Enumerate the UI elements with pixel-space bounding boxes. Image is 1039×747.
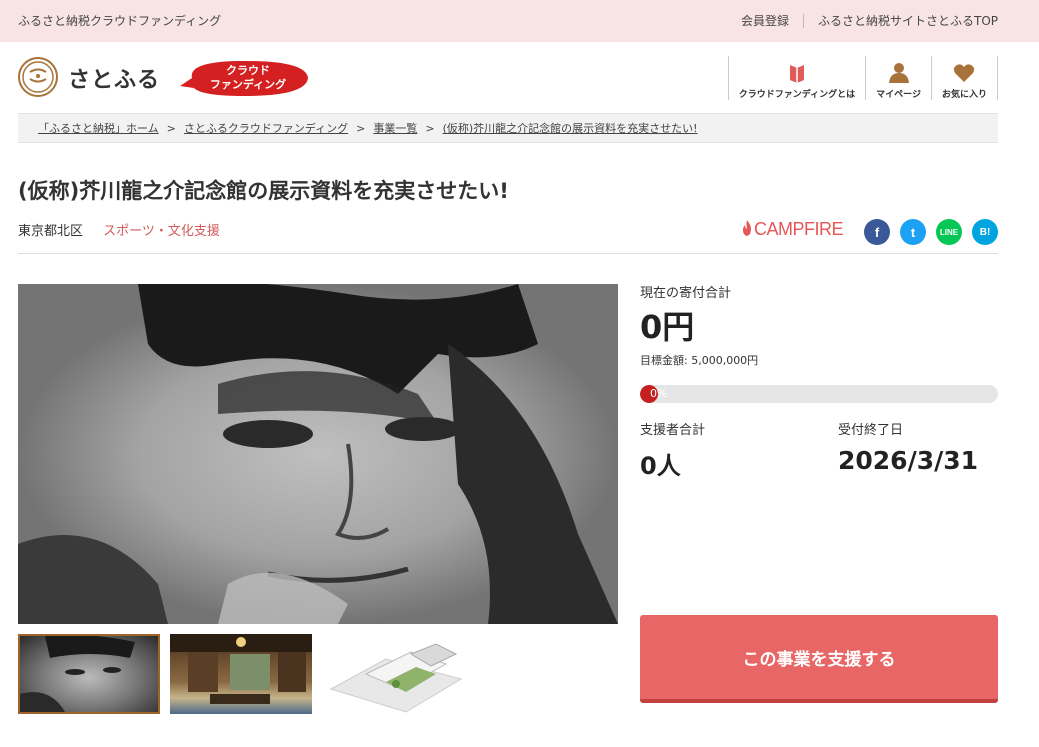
user-icon xyxy=(888,63,909,83)
badge-line2: ファンディング xyxy=(209,78,287,91)
book-icon xyxy=(789,65,804,83)
breadcrumb-home[interactable]: 「ふるさと納税」ホーム xyxy=(38,120,159,136)
line-share-icon[interactable]: LINE xyxy=(936,219,962,245)
progress-bar: 0% xyxy=(640,385,998,403)
thumbnail-interior-image xyxy=(170,634,312,704)
thumbnail-building-model[interactable] xyxy=(326,634,466,714)
top-links: 会員登録 ふるさと納税サイトさとふるTOP xyxy=(741,12,998,29)
breadcrumb-separator: > xyxy=(356,121,366,135)
hatena-bookmark-icon[interactable]: B! xyxy=(972,219,998,245)
logo-text[interactable]: さとふる xyxy=(68,62,160,94)
supporters-label: 支援者合計 xyxy=(640,423,706,438)
link-divider xyxy=(802,13,804,28)
satofull-top-link[interactable]: ふるさと納税サイトさとふるTOP xyxy=(818,12,998,29)
facebook-share-icon[interactable]: f xyxy=(864,219,890,245)
nav-about-crowdfunding[interactable]: クラウドファンディングとは xyxy=(727,56,865,100)
deadline-label: 受付終了日 xyxy=(838,423,904,438)
total-donation-value: 0円 xyxy=(640,308,695,346)
goal-amount: 目標金額: 5,000,000円 xyxy=(640,354,759,367)
nav-mypage-label: マイページ xyxy=(876,90,921,100)
nav-favorites[interactable]: お気に入り xyxy=(930,56,998,100)
project-category[interactable]: スポーツ・文化支援 xyxy=(103,224,220,239)
section-divider xyxy=(18,253,998,254)
thumbnail-building-model-image xyxy=(329,643,463,713)
portrait-photo-image xyxy=(18,284,618,624)
nav-mypage[interactable]: マイページ xyxy=(865,56,931,100)
breadcrumb-separator: > xyxy=(166,121,176,135)
breadcrumb-crowdfunding[interactable]: さとふるクラウドファンディング xyxy=(184,120,348,136)
breadcrumb-project-list[interactable]: 事業一覧 xyxy=(373,120,417,136)
campfire-logo[interactable]: CAMPFIRE xyxy=(740,219,844,240)
breadcrumb: 「ふるさと納税」ホーム > さとふるクラウドファンディング > 事業一覧 > (… xyxy=(18,113,998,143)
project-region: 東京都北区 xyxy=(18,224,84,239)
breadcrumb-separator: > xyxy=(425,121,435,135)
campfire-text: CAMPFIRE xyxy=(754,219,844,239)
thumbnail-interior[interactable] xyxy=(170,634,312,714)
heart-icon xyxy=(954,64,975,82)
logo-mark-icon xyxy=(22,61,54,93)
satofull-logo-mark[interactable] xyxy=(18,57,58,97)
twitter-share-icon[interactable]: t xyxy=(900,219,926,245)
nav-about-label: クラウドファンディングとは xyxy=(738,90,856,100)
total-donation-label: 現在の寄付合計 xyxy=(640,286,732,301)
main-project-photo xyxy=(18,284,618,624)
progress-percent: 0% xyxy=(650,387,668,400)
deadline-value: 2026/3/31 xyxy=(838,446,979,475)
header: さとふる クラウド ファンディング クラウドファンディングとは マイページ お気… xyxy=(0,42,1039,112)
badge-line1: クラウド xyxy=(226,64,270,77)
register-link[interactable]: 会員登録 xyxy=(741,12,789,29)
flame-icon xyxy=(743,220,751,236)
top-bar: ふるさと納税クラウドファンディング 会員登録 ふるさと納税サイトさとふるTOP xyxy=(0,0,1039,42)
thumbnail-portrait-image xyxy=(20,636,135,712)
breadcrumb-current[interactable]: (仮称)芥川龍之介記念館の展示資料を充実させたい! xyxy=(443,120,698,136)
nav-favorites-label: お気に入り xyxy=(941,90,987,100)
thumbnail-portrait[interactable] xyxy=(18,634,160,714)
support-project-button[interactable]: この事業を支援する xyxy=(640,615,998,703)
site-name: ふるさと納税クラウドファンディング xyxy=(18,14,222,28)
header-nav: クラウドファンディングとは マイページ お気に入り xyxy=(727,56,998,100)
crowdfunding-badge[interactable]: クラウド ファンディング xyxy=(178,58,310,98)
supporters-value: 0人 xyxy=(640,452,681,480)
project-meta: 東京都北区 スポーツ・文化支援 xyxy=(18,220,220,239)
page-title: (仮称)芥川龍之介記念館の展示資料を充実させたい! xyxy=(18,179,509,203)
